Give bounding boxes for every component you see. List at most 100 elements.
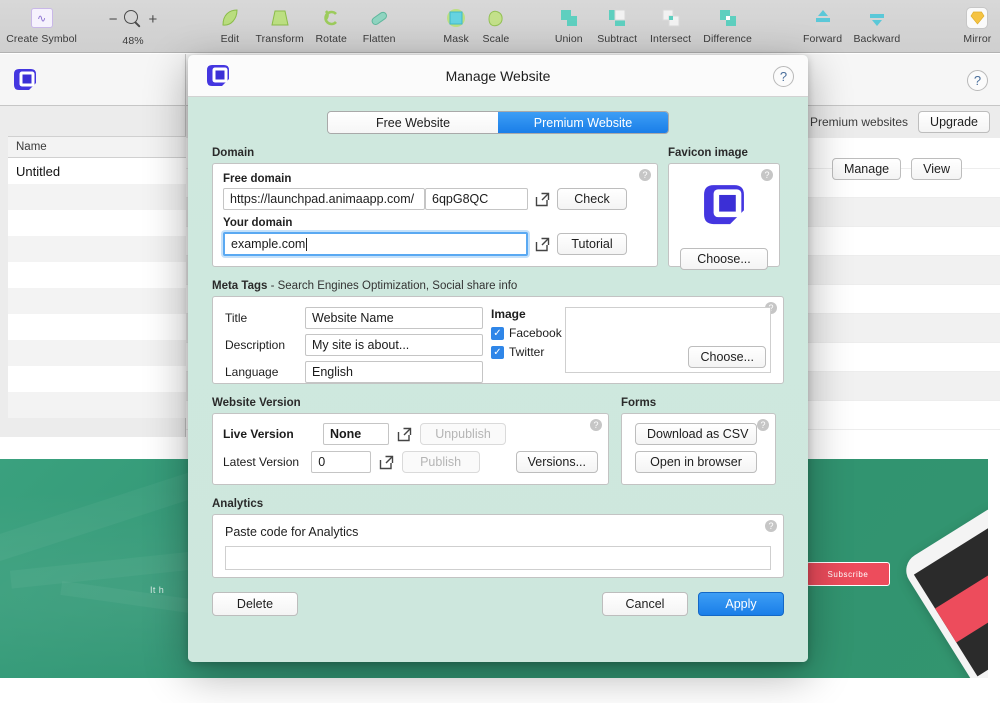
your-domain-input[interactable]: example.com <box>223 232 528 256</box>
help-icon[interactable]: ? <box>757 419 769 431</box>
meta-row-description: Description My site is about... <box>225 334 483 356</box>
tab-premium-website[interactable]: Premium Website <box>498 112 668 133</box>
dialog-help-button[interactable]: ? <box>773 66 794 87</box>
magnifier-icon[interactable] <box>124 10 143 29</box>
meta-language-input[interactable]: English <box>305 361 483 383</box>
difference-icon <box>715 5 741 31</box>
toolbar-label: Flatten <box>363 33 396 45</box>
zoom-out-icon[interactable]: − <box>109 11 118 28</box>
dialog-title: Manage Website <box>188 68 808 84</box>
free-domain-slug-input[interactable]: 6qpG8QC <box>425 188 528 210</box>
toolbar-difference[interactable]: Difference <box>698 0 758 53</box>
mirror-icon <box>964 5 990 31</box>
twitter-checkbox-row[interactable]: ✓ Twitter <box>491 345 563 359</box>
toolbar-label: Rotate <box>315 33 347 45</box>
forward-icon <box>810 5 836 31</box>
table-row[interactable] <box>8 236 186 262</box>
cancel-button[interactable]: Cancel <box>602 592 688 616</box>
subtract-icon <box>604 5 630 31</box>
table-row[interactable] <box>8 392 186 418</box>
tutorial-button[interactable]: Tutorial <box>557 233 627 255</box>
versions-button[interactable]: Versions... <box>516 451 598 473</box>
checkbox-checked-icon[interactable]: ✓ <box>491 346 504 359</box>
toolbar-label: Scale <box>483 33 510 45</box>
table-row[interactable] <box>8 366 186 392</box>
toolbar-zoom-control[interactable]: − + 48% <box>83 0 183 53</box>
hero-subtext: It h <box>150 585 164 595</box>
check-domain-button[interactable]: Check <box>557 188 627 210</box>
live-version-value[interactable]: None <box>323 423 389 445</box>
table-row[interactable] <box>8 210 186 236</box>
toolbar-union[interactable]: Union <box>547 0 591 53</box>
toolbar-label: Edit <box>221 33 240 45</box>
external-link-icon[interactable] <box>535 237 550 252</box>
facebook-checkbox-row[interactable]: ✓ Facebook <box>491 326 563 340</box>
upgrade-button[interactable]: Upgrade <box>918 111 990 133</box>
open-in-browser-button[interactable]: Open in browser <box>635 451 757 473</box>
app-logo-icon <box>203 61 233 91</box>
external-link-icon[interactable] <box>535 192 550 207</box>
toolbar-forward[interactable]: Forward <box>797 0 848 53</box>
website-type-tabs: Free Website Premium Website <box>212 97 784 134</box>
external-link-icon[interactable] <box>397 427 412 442</box>
left-panel-header <box>0 54 185 106</box>
zoom-cluster[interactable]: − + <box>109 5 158 33</box>
checkbox-checked-icon[interactable]: ✓ <box>491 327 504 340</box>
toolbar-transform[interactable]: Transform <box>252 0 308 53</box>
meta-section-title: Meta Tags <box>212 280 267 292</box>
help-icon[interactable]: ? <box>761 169 773 181</box>
delete-button[interactable]: Delete <box>212 592 298 616</box>
toolbar-edit[interactable]: Edit <box>208 0 251 53</box>
help-icon[interactable]: ? <box>639 169 651 181</box>
favicon-card: ? Choose... <box>668 163 780 267</box>
meta-description-input[interactable]: My site is about... <box>305 334 483 356</box>
meta-title-input[interactable]: Website Name <box>305 307 483 329</box>
table-row[interactable]: Untitled <box>8 158 186 184</box>
analytics-paste-label: Paste code for Analytics <box>225 525 771 539</box>
table-row[interactable] <box>8 314 186 340</box>
free-domain-label: Free domain <box>223 173 647 185</box>
toolbar-scale[interactable]: Scale <box>476 0 516 53</box>
apply-button[interactable]: Apply <box>698 592 784 616</box>
subscribe-button[interactable]: Subscribe <box>806 562 890 586</box>
zoom-level-label: 48% <box>122 35 143 47</box>
table-row[interactable] <box>8 262 186 288</box>
favicon-section-label: Favicon image <box>668 147 748 159</box>
toolbar-intersect[interactable]: Intersect <box>643 0 697 53</box>
publish-button[interactable]: Publish <box>402 451 480 473</box>
toolbar-subtract[interactable]: Subtract <box>591 0 643 53</box>
favicon-choose-button[interactable]: Choose... <box>680 248 768 270</box>
latest-version-value[interactable]: 0 <box>311 451 370 473</box>
table-row[interactable] <box>8 288 186 314</box>
toolbar-mirror[interactable]: Mirror <box>955 0 1000 53</box>
meta-label: Language <box>225 365 305 379</box>
toolbar-create-symbol[interactable]: ∿ Create Symbol <box>0 0 83 53</box>
tab-free-website[interactable]: Free Website <box>328 112 498 133</box>
dialog-footer: Delete Cancel Apply <box>212 592 784 616</box>
zoom-in-icon[interactable]: + <box>149 11 158 28</box>
manage-button[interactable]: Manage <box>832 158 901 180</box>
meta-image-choose-button[interactable]: Choose... <box>688 346 766 368</box>
toolbar-mask[interactable]: Mask <box>436 0 476 53</box>
unpublish-button[interactable]: Unpublish <box>420 423 506 445</box>
toolbar-flatten[interactable]: Flatten <box>355 0 404 53</box>
window-help-button[interactable]: ? <box>967 70 988 91</box>
toolbar-rotate[interactable]: Rotate <box>308 0 355 53</box>
question-mark-icon[interactable]: ? <box>773 66 794 87</box>
table-row[interactable] <box>8 340 186 366</box>
table-row[interactable] <box>8 184 186 210</box>
external-link-icon[interactable] <box>379 455 394 470</box>
help-icon[interactable]: ? <box>765 520 777 532</box>
meta-image-dropzone[interactable]: Choose... <box>565 307 771 373</box>
toolbar-backward[interactable]: Backward <box>848 0 906 53</box>
help-icon[interactable]: ? <box>590 419 602 431</box>
meta-row-title: Title Website Name <box>225 307 483 329</box>
download-csv-button[interactable]: Download as CSV <box>635 423 757 445</box>
toolbar-label: Mask <box>443 33 469 45</box>
meta-tags-card: ? Title Website Name Description My site… <box>212 296 784 384</box>
toolbar-label: Backward <box>853 33 900 45</box>
analytics-code-input[interactable] <box>225 546 771 570</box>
question-mark-icon[interactable]: ? <box>967 70 988 91</box>
view-button[interactable]: View <box>911 158 962 180</box>
table-column-header[interactable]: Name <box>8 136 186 158</box>
